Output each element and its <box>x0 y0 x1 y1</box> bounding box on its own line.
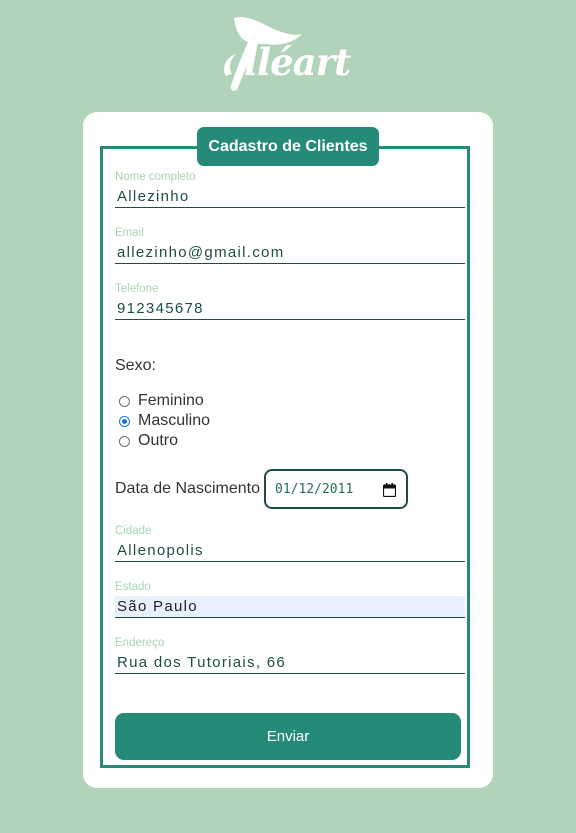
logo-text: lléart <box>244 40 351 84</box>
radio-masculino[interactable]: Masculino <box>119 411 210 431</box>
telefone-field: Telefone 912345678 <box>115 282 465 320</box>
email-input[interactable]: allezinho@gmail.com <box>115 242 465 264</box>
cidade-label: Cidade <box>115 525 152 537</box>
estado-label: Estado <box>115 581 151 593</box>
nome-field: Nome completo Allezinho <box>115 170 465 208</box>
form-title: Cadastro de Clientes <box>197 127 379 166</box>
telefone-input[interactable]: 912345678 <box>115 298 465 320</box>
endereco-field: Endereço Rua dos Tutoriais, 66 <box>115 636 465 674</box>
submit-button[interactable]: Enviar <box>115 713 461 760</box>
nascimento-label: Data de Nascimento <box>115 480 260 497</box>
sexo-label: Sexo: <box>115 357 156 374</box>
calendar-icon[interactable] <box>383 483 396 497</box>
endereco-label: Endereço <box>115 637 165 649</box>
nascimento-value: 01/12/2011 <box>275 481 354 497</box>
radio-label-masculino: Masculino <box>138 412 211 429</box>
radio-label-outro: Outro <box>138 432 179 449</box>
email-label: Email <box>115 227 144 239</box>
nascimento-date-input[interactable]: 01/12/2011 <box>264 469 408 509</box>
estado-field: Estado São Paulo <box>115 580 465 618</box>
nome-label: Nome completo <box>115 171 196 183</box>
email-field: Email allezinho@gmail.com <box>115 226 465 264</box>
endereco-input[interactable]: Rua dos Tutoriais, 66 <box>115 652 465 674</box>
radio-button[interactable] <box>119 435 130 447</box>
radio-button-selected[interactable] <box>119 415 130 427</box>
nome-input[interactable]: Allezinho <box>115 186 465 208</box>
radio-outro[interactable]: Outro <box>119 431 178 451</box>
estado-input[interactable]: São Paulo <box>115 596 465 618</box>
radio-button[interactable] <box>119 395 130 407</box>
form-card: Cadastro de Clientes Nome completo Allez… <box>83 112 493 788</box>
cidade-input[interactable]: Allenopolis <box>115 540 465 562</box>
radio-label-feminino: Feminino <box>138 392 204 409</box>
telefone-label: Telefone <box>115 283 159 295</box>
brand-logo: lléart <box>218 14 358 96</box>
radio-feminino[interactable]: Feminino <box>119 391 204 411</box>
cidade-field: Cidade Allenopolis <box>115 524 465 562</box>
